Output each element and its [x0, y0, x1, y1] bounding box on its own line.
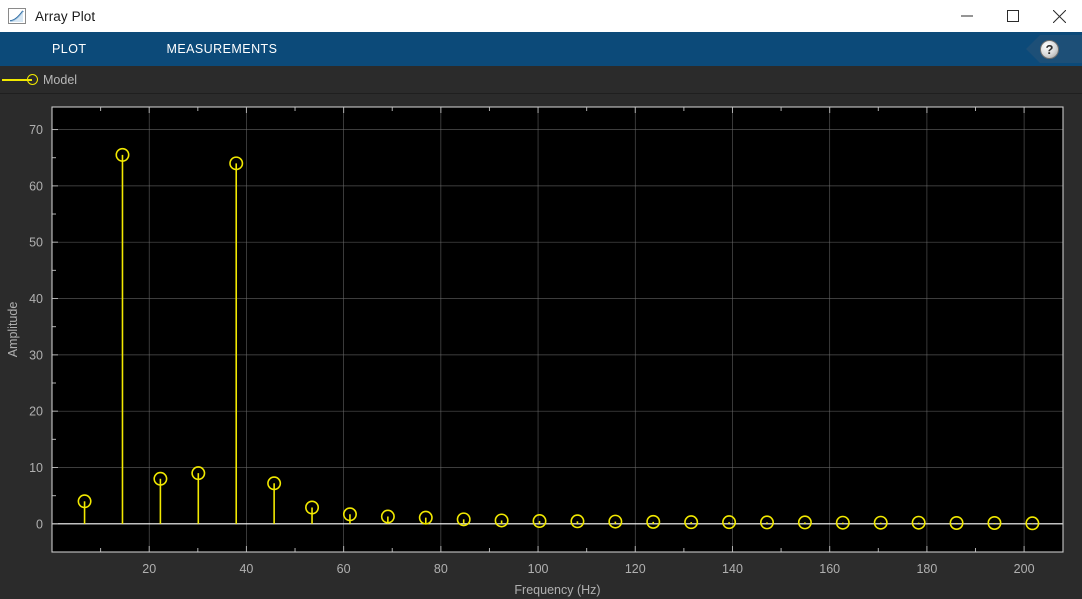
window-title: Array Plot [35, 8, 96, 24]
x-tick-label: 100 [528, 562, 549, 576]
legend-circle-icon [27, 74, 38, 85]
x-axis-title: Frequency (Hz) [514, 583, 600, 597]
y-tick-label: 70 [29, 123, 43, 137]
plot-background [52, 107, 1063, 552]
close-button[interactable] [1036, 0, 1082, 32]
help-button[interactable]: ? [1026, 35, 1082, 63]
window-controls [944, 0, 1082, 32]
y-tick-label: 10 [29, 461, 43, 475]
help-question-icon: ? [1040, 39, 1059, 59]
x-tick-label: 20 [142, 562, 156, 576]
y-tick-label: 30 [29, 348, 43, 362]
x-tick-label: 60 [337, 562, 351, 576]
maximize-button[interactable] [990, 0, 1036, 32]
y-axis-title: Amplitude [6, 302, 20, 358]
toolstrip: PLOT MEASUREMENTS ? [0, 32, 1082, 66]
x-tick-label: 140 [722, 562, 743, 576]
y-tick-label: 40 [29, 292, 43, 306]
y-tick-label: 0 [36, 517, 43, 531]
plot-figure: 0 10 20 30 40 50 60 70 20 40 60 80 100 120 140 160 180 20… [0, 94, 1082, 599]
tab-plot[interactable]: PLOT [38, 32, 100, 66]
tab-measurements[interactable]: MEASUREMENTS [152, 32, 291, 66]
y-tick-label: 50 [29, 236, 43, 250]
title-bar: Array Plot [0, 0, 1082, 32]
legend-entry-model[interactable]: Model [0, 73, 77, 87]
x-tick-label: 200 [1014, 562, 1035, 576]
help-container: ? [1022, 35, 1082, 63]
plot-curve-icon [8, 8, 26, 24]
stem-plot[interactable]: 0 10 20 30 40 50 60 70 20 40 60 80 100 120 140 160 180 20… [0, 94, 1082, 599]
x-tick-label: 180 [916, 562, 937, 576]
legend-bar: Model [0, 66, 1082, 94]
y-tick-label: 60 [29, 179, 43, 193]
y-tick-label: 20 [29, 405, 43, 419]
minimize-button[interactable] [944, 0, 990, 32]
x-tick-label: 80 [434, 562, 448, 576]
legend-label: Model [43, 72, 78, 87]
x-tick-label: 40 [239, 562, 253, 576]
x-tick-label: 120 [625, 562, 646, 576]
x-tick-label: 160 [819, 562, 840, 576]
